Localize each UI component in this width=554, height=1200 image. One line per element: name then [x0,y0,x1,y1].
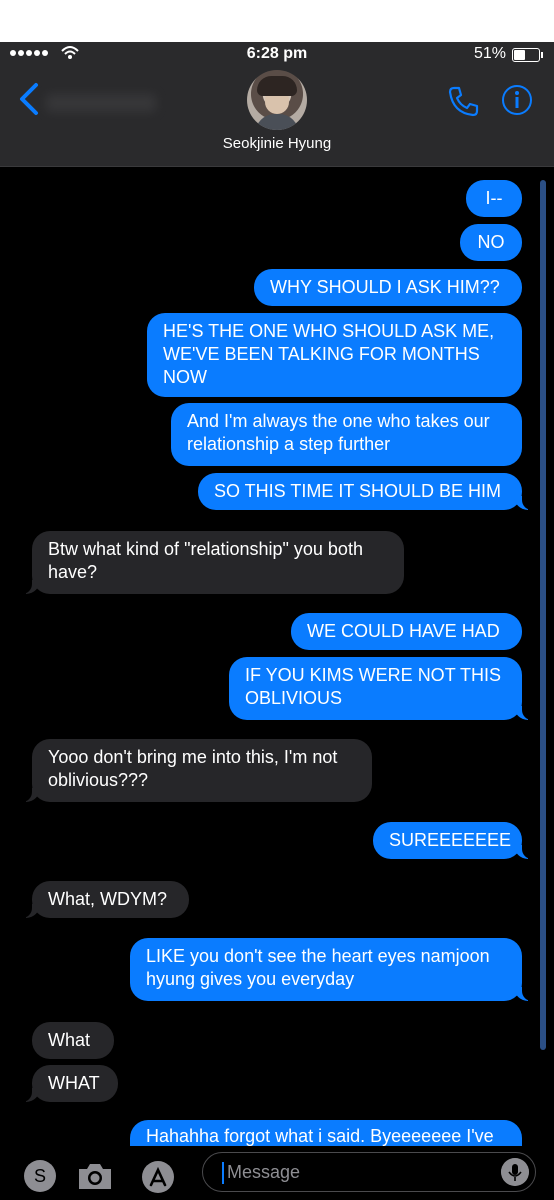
message-bubble: NO [460,224,522,261]
status-time: 6:28 pm [246,45,308,62]
camera-icon[interactable] [76,1160,114,1192]
message-bubble: SO THIS TIME IT SHOULD BE HIM [198,473,534,510]
message-placeholder: Message [227,1162,301,1182]
battery-percent: 51% [473,45,506,62]
microphone-icon[interactable] [501,1158,529,1186]
phone-icon[interactable] [446,84,480,118]
message-bubble: WE COULD HAVE HAD [291,613,522,650]
battery-icon [512,48,543,62]
message-bubble: Btw what kind of "relationship" you both… [20,531,404,594]
message-bubble: I-- [466,180,522,217]
contact-name[interactable]: Seokjinie Hyung [0,135,554,152]
top-strip [0,0,554,42]
text-cursor [222,1162,224,1184]
message-bubble: IF YOU KIMS WERE NOT THIS OBLIVIOUS [229,657,534,720]
s-app-button[interactable]: S [24,1160,56,1192]
message-bubble: And I'm always the one who takes our rel… [171,403,522,466]
scrollbar[interactable] [540,180,546,1050]
message-bubble: WHY SHOULD I ASK HIM?? [254,269,522,306]
message-bubble: WHAT [20,1065,118,1102]
conversation-header: 6:28 pm 51% Seokjinie Hyung [0,42,554,167]
message-bubble: HE'S THE ONE WHO SHOULD ASK ME, WE'VE BE… [147,313,522,397]
message-bubble: What, WDYM? [20,881,189,918]
message-bubble: Yooo don't bring me into this, I'm not o… [20,739,372,802]
status-bar: 6:28 pm 51% [0,42,554,68]
info-icon[interactable] [501,84,533,116]
contact-avatar[interactable] [247,70,307,130]
back-chevron-icon[interactable] [16,82,42,116]
message-input[interactable]: Message [202,1152,536,1192]
message-bubble: SUREEEEEEE [373,822,534,859]
blurred-back-label [46,94,156,112]
message-bubble: LIKE you don't see the heart eyes namjoo… [130,938,534,1001]
message-bubble: What [32,1022,114,1059]
app-store-icon[interactable] [138,1160,178,1194]
